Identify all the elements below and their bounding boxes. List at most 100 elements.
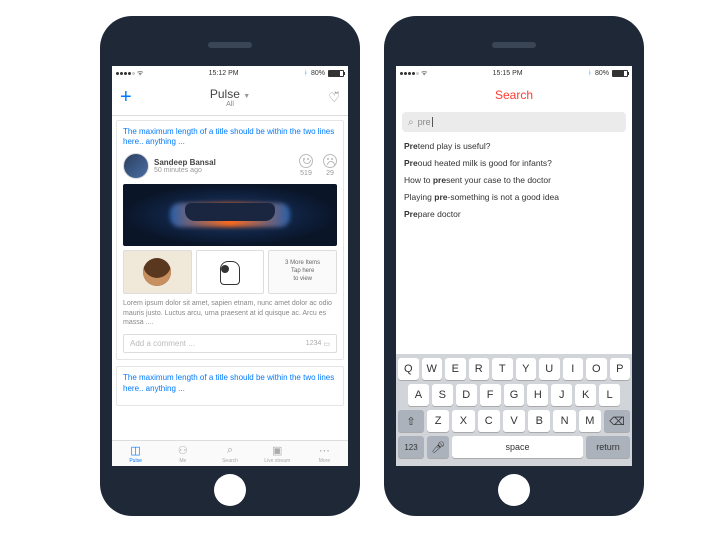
post-body: Lorem ipsum dolor sit amet, sapien etnam… [123,299,337,328]
key-d[interactable]: D [456,384,477,406]
key-shift[interactable]: ⇧ [398,410,424,432]
key-q[interactable]: Q [398,358,419,380]
phone-pulse: ᯤ 15:12 PM ᚼ80% + Pulse ▼All ♡̆ The maxi… [100,16,360,516]
react-happy[interactable]: 519 [299,154,313,177]
live-icon: ▣ [272,444,282,457]
status-time: 15:12 PM [209,70,239,77]
signal-dots [116,72,135,75]
key-space[interactable]: space [452,436,583,458]
header: + Pulse ▼All ♡̆ [112,80,348,116]
key-row-2: ASDFGHJKL [398,384,630,406]
post-card[interactable]: The maximum length of a title should be … [116,120,344,360]
key-s[interactable]: S [432,384,453,406]
pulse-icon: ◫ [130,444,140,457]
screen-pulse: ᯤ 15:12 PM ᚼ80% + Pulse ▼All ♡̆ The maxi… [112,66,348,466]
screen-search: ᯤ 15:15 PM ᚼ80% Search ⌕ pre Pretend pla… [396,66,632,466]
signal-dots [400,72,419,75]
key-l[interactable]: L [599,384,620,406]
key-k[interactable]: K [575,384,596,406]
key-j[interactable]: J [551,384,572,406]
key-v[interactable]: V [503,410,525,432]
tab-pulse[interactable]: ◫Pulse [112,441,159,466]
tab-live[interactable]: ▣Live stream [254,441,301,466]
key-123[interactable]: 123 [398,436,424,458]
comment-placeholder: Add a comment ... [130,339,195,348]
search-input[interactable]: ⌕ pre [402,112,626,132]
thumb-1[interactable] [123,250,192,294]
key-h[interactable]: H [527,384,548,406]
add-button[interactable]: + [120,86,132,109]
post-title[interactable]: The maximum length of a title should be … [123,127,337,148]
author-name[interactable]: Sandeep Bansal [154,158,216,167]
key-row-1: QWERTYUIOP [398,358,630,380]
key-z[interactable]: Z [427,410,449,432]
bell-icon[interactable]: ♡̆ [328,90,340,106]
tab-me[interactable]: ⚇Me [159,441,206,466]
suggestion-item[interactable]: How to present your case to the doctor [404,172,624,189]
tab-search[interactable]: ⌕Search [206,441,253,466]
status-time: 15:15 PM [493,70,523,77]
key-x[interactable]: X [452,410,474,432]
avatar[interactable] [123,153,149,179]
comment-count: 1234 [306,340,322,347]
key-w[interactable]: W [422,358,443,380]
key-m[interactable]: M [579,410,601,432]
key-i[interactable]: I [563,358,584,380]
key-r[interactable]: R [469,358,490,380]
suggestion-item[interactable]: Pretend play is useful? [404,138,624,155]
tab-more[interactable]: ⋯More [301,441,348,466]
suggestions-list: Pretend play is useful? Preoud heated mi… [396,138,632,223]
search-query: pre [418,117,431,127]
comment-box[interactable]: Add a comment ... 1234▭ [123,334,337,353]
key-c[interactable]: C [478,410,500,432]
bluetooth-icon: ᚼ [304,70,308,77]
suggestion-item[interactable]: Preoud heated milk is good for infants? [404,155,624,172]
smile-icon [299,154,313,168]
more-icon: ⋯ [319,444,330,457]
search-icon: ⌕ [408,117,414,128]
key-return[interactable]: return [586,436,630,458]
post-title[interactable]: The maximum length of a title should be … [123,373,337,394]
key-backspace[interactable]: ⌫ [604,410,630,432]
thumb-2[interactable] [196,250,265,294]
header-subtitle: All [210,101,250,108]
tab-bar: ◫Pulse ⚇Me ⌕Search ▣Live stream ⋯More [112,440,348,466]
suggestion-item[interactable]: Prepare doctor [404,206,624,223]
search-icon: ⌕ [227,444,233,457]
thumb-more[interactable]: 3 More Items Tap here to view [268,250,337,294]
key-row-4: 123 🎤︎ space return [398,436,630,458]
key-g[interactable]: G [504,384,525,406]
header-title[interactable]: Pulse [210,87,240,101]
key-f[interactable]: F [480,384,501,406]
key-n[interactable]: N [553,410,575,432]
key-t[interactable]: T [492,358,513,380]
keyboard: QWERTYUIOP ASDFGHJKL ⇧ ZXCVBNM ⌫ 123 🎤︎ … [396,354,632,466]
search-header: Search [396,80,632,110]
battery-pct: 80% [595,70,609,77]
status-bar: ᯤ 15:15 PM ᚼ80% [396,66,632,80]
key-y[interactable]: Y [516,358,537,380]
suggestion-item[interactable]: Playing pre-something is not a good idea [404,189,624,206]
key-u[interactable]: U [539,358,560,380]
key-o[interactable]: O [586,358,607,380]
home-button[interactable] [214,474,246,506]
battery-icon [328,70,344,77]
me-icon: ⚇ [178,444,188,457]
phone-search: ᯤ 15:15 PM ᚼ80% Search ⌕ pre Pretend pla… [384,16,644,516]
comment-icon: ▭ [323,340,330,348]
key-p[interactable]: P [610,358,631,380]
speaker [492,42,536,48]
post-card-2[interactable]: The maximum length of a title should be … [116,366,344,406]
speaker [208,42,252,48]
battery-pct: 80% [311,70,325,77]
react-sad[interactable]: 29 [323,154,337,177]
post-hero-image[interactable] [123,184,337,246]
key-b[interactable]: B [528,410,550,432]
status-bar: ᯤ 15:12 PM ᚼ80% [112,66,348,80]
key-a[interactable]: A [408,384,429,406]
chevron-down-icon[interactable]: ▼ [243,93,250,100]
home-button[interactable] [498,474,530,506]
key-mic[interactable]: 🎤︎ [427,436,449,458]
key-e[interactable]: E [445,358,466,380]
wifi-icon: ᯤ [137,69,143,78]
